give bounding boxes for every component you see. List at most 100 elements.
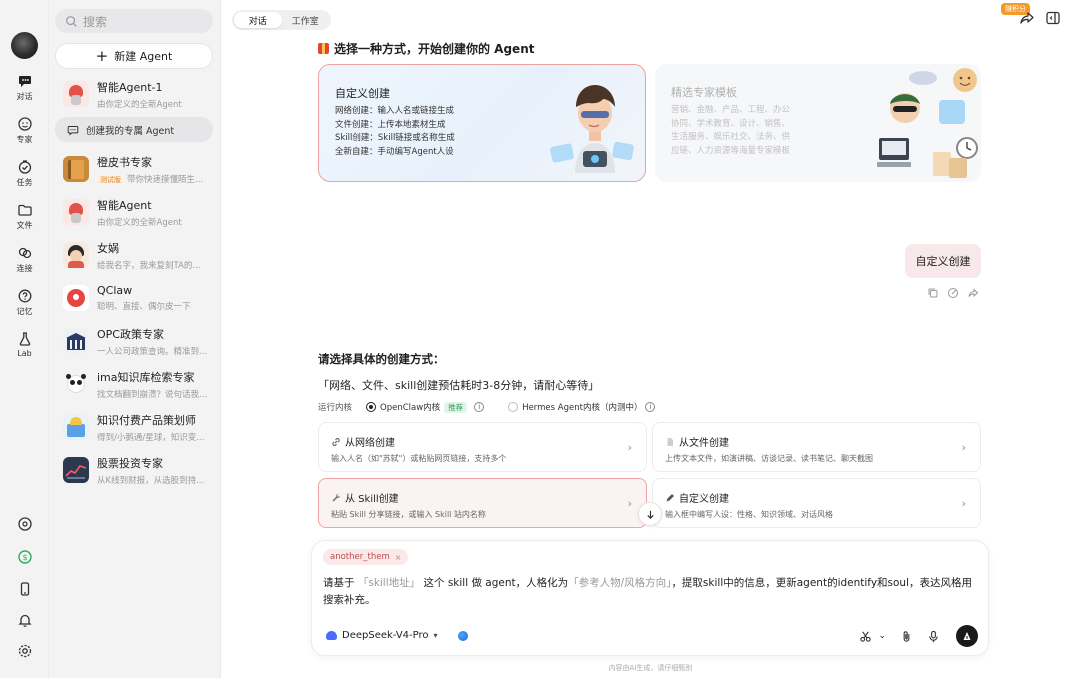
sidebar-agent-item[interactable]: 智能Agent-1 由你定义的全新Agent xyxy=(55,76,215,112)
message-composer[interactable]: another_them × 请基于 「skill地址」 这个 skill 做 … xyxy=(311,540,989,656)
option-from-web[interactable]: 从网络创建 输入人名（如"苏轼"）或粘贴网页链接，支持多个 › xyxy=(318,422,647,472)
gear-icon xyxy=(18,644,31,658)
kernel-option-hermes[interactable]: Hermes Agent内核（内测中） xyxy=(522,401,642,413)
agent-desc-text: 带你快速摸懂陌生... xyxy=(127,174,204,185)
card-title: 自定义创建 xyxy=(335,87,390,100)
new-agent-button[interactable]: + 新建 Agent xyxy=(55,43,213,69)
agent-name: 股票投资专家 xyxy=(97,456,163,470)
rail-points[interactable]: $ xyxy=(0,549,49,565)
ai-disclaimer: 内容由AI生成，请仔细甄别 xyxy=(608,664,693,672)
flask-icon xyxy=(19,332,30,346)
sidebar-agent-item[interactable]: 橙皮书专家 测试版 带你快速摸懂陌生... xyxy=(55,151,215,187)
rail-item-memory[interactable]: 记忆 xyxy=(0,288,49,317)
prompt-input[interactable]: 请基于 「skill地址」 这个 skill 做 agent，人格化为「参考人物… xyxy=(323,575,973,609)
rail-label: 任务 xyxy=(16,178,33,187)
option-from-file[interactable]: 从文件创建 上传文本文件，如演讲稿、访谈记录、读书笔记、聊天截图 › xyxy=(652,422,981,472)
agent-avatar xyxy=(63,199,89,225)
kernel-radio-openclaw[interactable] xyxy=(366,402,377,412)
option-custom[interactable]: 自定义创建 输入框中编写人设：性格、知识领域、对话风格 › xyxy=(652,478,981,528)
deep-think-icon[interactable] xyxy=(457,630,468,641)
agent-name: 智能Agent xyxy=(97,198,152,212)
sidebar-agent-item[interactable]: 女娲 给我名字，我来复刻TA的... xyxy=(55,237,215,273)
rail-item-expert[interactable]: 专家 xyxy=(0,116,49,145)
rail-item-chat[interactable]: 对话 xyxy=(0,73,49,102)
toggle-panel-button[interactable] xyxy=(1045,10,1061,29)
search-placeholder: 搜索 xyxy=(83,14,108,29)
agent-avatar xyxy=(63,242,89,268)
option-title: 从文件创建 xyxy=(679,438,729,449)
card-desc: 营销、金融、产品、工程、办公协同、学术教育、设计、销售、生活服务、娱乐社交、法务… xyxy=(671,105,791,156)
new-agent-label: 新建 Agent xyxy=(114,50,173,63)
rail-phone[interactable] xyxy=(0,581,49,597)
character-illustration xyxy=(550,85,634,173)
scissors-button[interactable]: ⌄ xyxy=(859,630,886,643)
info-icon[interactable]: i xyxy=(645,402,656,412)
prompt-placeholder-persona[interactable]: 「参考人物/风格方向」 xyxy=(568,577,671,589)
sidebar-agent-item[interactable]: OPC政策专家 一人公司政策查询。精准到... xyxy=(55,323,215,359)
info-icon[interactable]: i xyxy=(474,402,485,412)
rail-settings[interactable] xyxy=(0,643,49,659)
tab-studio[interactable]: 工作室 xyxy=(282,12,330,28)
agent-name: OPC政策专家 xyxy=(97,327,164,341)
expert-icons-illustration xyxy=(877,68,978,178)
agent-desc: 由你定义的全新Agent xyxy=(97,217,182,228)
kernel-option-openclaw[interactable]: OpenClaw内核 xyxy=(380,401,440,413)
rail-item-file[interactable]: 文件 xyxy=(0,202,49,231)
agent-desc: 一人公司政策查询。精准到... xyxy=(97,346,208,357)
voice-button[interactable] xyxy=(927,630,940,643)
create-own-agent-button[interactable]: 创建我的专属 Agent xyxy=(55,117,213,142)
expert-template-card[interactable]: 精选专家模板 营销、金融、产品、工程、办公协同、学术教育、设计、销售、生活服务、… xyxy=(655,64,981,182)
custom-create-card[interactable]: 自定义创建 网络创建：输入人名或链接生成 文件创建：上传本地素材生成 Skill… xyxy=(318,64,646,182)
search-icon xyxy=(66,15,77,27)
rail-item-link[interactable]: 连接 xyxy=(0,245,49,274)
microphone-icon xyxy=(929,630,938,642)
rail-compass[interactable] xyxy=(0,516,49,532)
agent-avatar xyxy=(63,371,89,397)
paperclip-icon xyxy=(903,630,910,642)
search-input[interactable]: 搜索 xyxy=(55,9,213,33)
skill-chip[interactable]: another_them × xyxy=(323,549,409,565)
tab-chat[interactable]: 对话 xyxy=(234,12,282,28)
sidebar-agent-item[interactable]: 智能Agent 由你定义的全新Agent xyxy=(55,194,215,230)
prompt-text: 这个 skill 做 agent，人格化为 xyxy=(420,577,569,589)
scroll-down-button[interactable] xyxy=(638,502,662,526)
edit-icon[interactable] xyxy=(947,287,959,299)
close-icon[interactable]: × xyxy=(395,553,402,562)
kernel-radio-hermes[interactable] xyxy=(508,402,519,412)
rail-item-task[interactable]: 任务 xyxy=(0,159,49,188)
beta-badge: 测试版 xyxy=(97,175,124,184)
file-icon xyxy=(667,437,673,446)
sidebar-agent-item[interactable]: 知识付费产品策划师 得到/小鹅通/星球，知识变... xyxy=(55,409,215,445)
agent-desc: 得到/小鹅通/星球，知识变... xyxy=(97,432,205,443)
question-note: 「网络、文件、skill创建预估耗时3-8分钟，请耐心等待」 xyxy=(318,379,600,392)
rail-notify[interactable] xyxy=(0,612,49,628)
share-icon[interactable] xyxy=(967,287,979,299)
option-desc: 粘贴 Skill 分享链接，或输入 Skill 站内名称 xyxy=(331,510,486,519)
agent-name: 橙皮书专家 xyxy=(97,155,152,169)
chevron-down-icon: ▾ xyxy=(433,631,438,640)
rail-label: 连接 xyxy=(16,264,33,273)
send-button[interactable] xyxy=(956,625,978,647)
prompt-placeholder-skill[interactable]: 「skill地址」 xyxy=(358,577,420,589)
rail-item-lab[interactable]: Lab xyxy=(0,331,49,358)
attach-button[interactable] xyxy=(900,630,913,643)
option-from-skill[interactable]: 从 Skill创建 粘贴 Skill 分享链接，或输入 Skill 站内名称 › xyxy=(318,478,647,528)
sidebar-agent-item[interactable]: QClaw 聪明、直接、偶尔皮一下 xyxy=(55,280,215,316)
chat-icon xyxy=(18,76,31,87)
share-icon xyxy=(1020,12,1034,24)
option-desc: 上传文本文件，如演讲稿、访谈记录、读书笔记、聊天截图 xyxy=(665,454,873,463)
sidebar-agent-item[interactable]: ima知识库检索专家 找文档翻到崩溃？说句话我... xyxy=(55,366,215,402)
user-avatar[interactable] xyxy=(11,32,38,59)
chevron-right-icon: › xyxy=(627,497,632,510)
copy-icon[interactable] xyxy=(927,287,939,299)
pen-icon xyxy=(666,493,674,501)
card-feature-list: 网络创建：输入人名或链接生成 文件创建：上传本地素材生成 Skill创建：Ski… xyxy=(335,105,455,159)
sidebar: 搜索 + 新建 Agent 智能Agent-1 由你定义的全新Agent 创建我… xyxy=(49,0,221,678)
sidebar-agent-item[interactable]: 股票投资专家 从K线到财报，从选股到持... xyxy=(55,452,215,488)
share-button[interactable] xyxy=(1019,10,1035,29)
card-feature: Skill创建：Skill链接或名称生成 xyxy=(335,133,455,143)
expert-icon xyxy=(17,117,32,131)
card-title: 精选专家模板 xyxy=(671,86,737,99)
model-selector[interactable]: DeepSeek-V4-Pro ▾ xyxy=(326,630,468,641)
stock-chart-icon xyxy=(65,465,87,479)
